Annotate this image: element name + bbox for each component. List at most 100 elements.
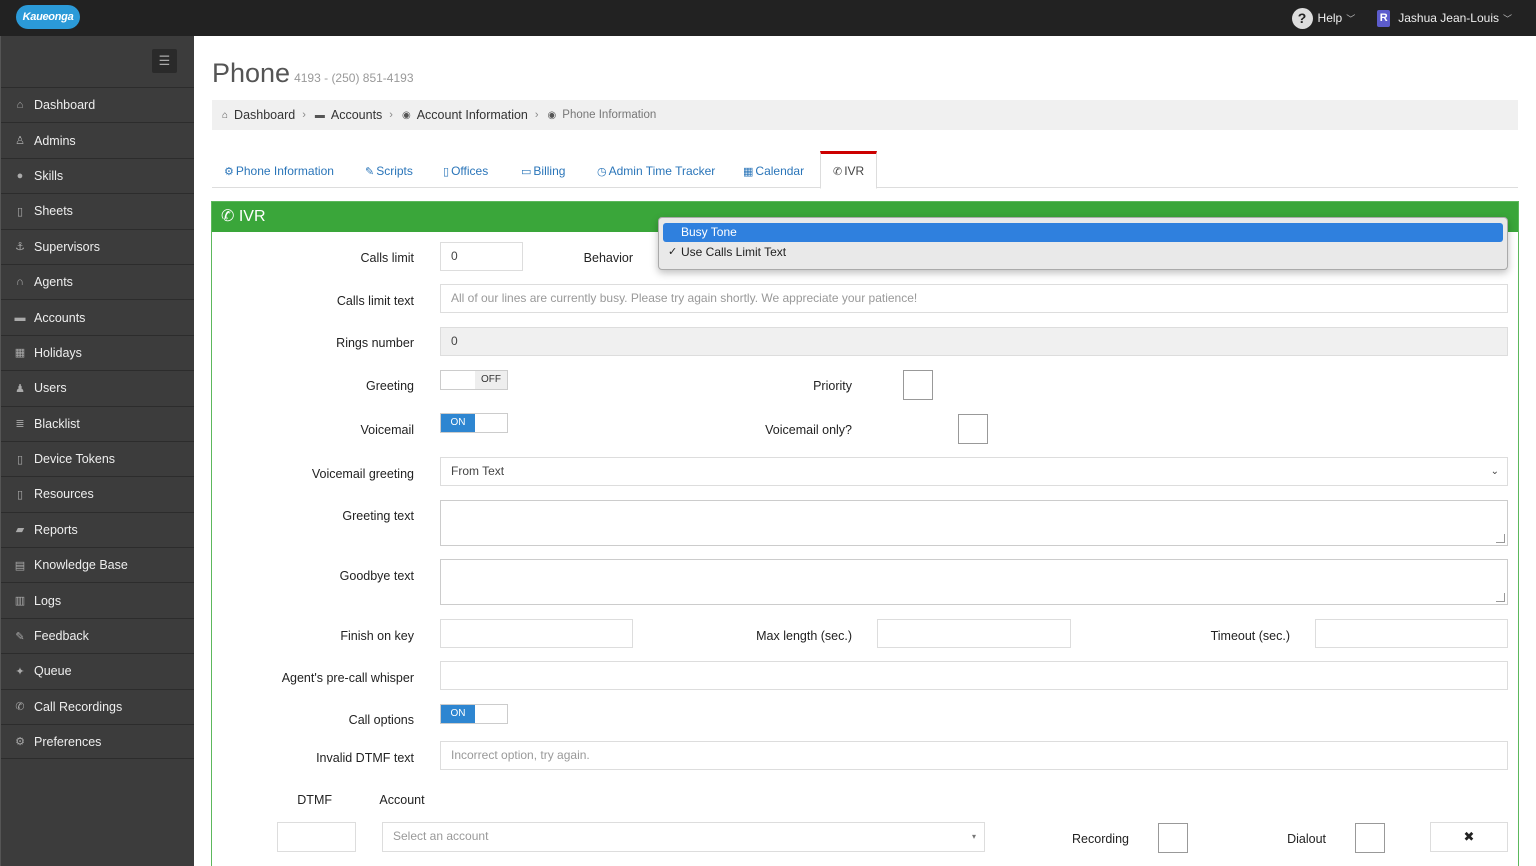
calls-limit-input[interactable]: 0 [440, 242, 523, 271]
tab-bar: ⚙ Phone Information ✎ Scripts ▯ Offices ▭ Bi… [212, 151, 1518, 189]
dialout-label: Dialout [1287, 832, 1326, 846]
rings-number-input[interactable]: 0 [440, 327, 1508, 356]
help-icon[interactable]: ? [1291, 7, 1313, 29]
precall-whisper-label: Agent's pre-call whisper [281, 671, 414, 685]
sidebar-item-admins[interactable]: ♙ Admins [1, 122, 195, 157]
timeout-label: Timeout (sec.) [1210, 629, 1290, 643]
breadcrumb-current: Phone Information [562, 109, 657, 121]
male-icon: ♙ [15, 135, 25, 148]
breadcrumb-accounts[interactable]: Accounts [331, 108, 382, 122]
sidebar-item-sheets[interactable]: ▯ Sheets [1, 193, 195, 228]
account-select-placeholder: Select an account [393, 829, 489, 843]
user-menu[interactable]: Jashua Jean-Louis [1398, 11, 1499, 25]
sidebar-item-resources[interactable]: ▯ Resources [1, 476, 195, 511]
behavior-option-busy-tone[interactable]: Busy Tone [663, 223, 1503, 242]
home-icon: ⌂ [16, 99, 24, 112]
priority-checkbox[interactable] [903, 370, 933, 400]
tab-billing[interactable]: ▭ Billing [521, 151, 565, 188]
sidebar-item-queue[interactable]: ✦ Queue [1, 653, 195, 688]
mobile-icon: ▯ [16, 453, 24, 466]
sidebar-item-blacklist[interactable]: ≣ Blacklist [1, 405, 195, 441]
sidebar-item-device-tokens[interactable]: ▯ Device Tokens [1, 440, 195, 476]
greeting-text-textarea[interactable] [440, 500, 1508, 546]
behavior-option-calls-limit-text[interactable]: ✓ Use Calls Limit Text [663, 243, 1503, 262]
page-title: Phone 4193 - (250) 851-4193 [212, 58, 414, 88]
archive-icon: ▤ [14, 559, 26, 572]
tab-calendar[interactable]: ▦ Calendar [743, 151, 804, 188]
sidebar-menu: ⌂ Dashboard ♙ Admins ● Skills ▯ Sheets ⚓ Supe… [1, 87, 195, 760]
sidebar-item-reports[interactable]: ▰ Reports [1, 511, 195, 547]
goodbye-text-textarea[interactable] [440, 559, 1508, 605]
tab-ivr[interactable]: ✆ IVR [820, 151, 878, 189]
main-content: Phone 4193 - (250) 851-4193 ⌂ Dashboard ›… [194, 36, 1536, 866]
users-icon: ♟ [15, 382, 25, 395]
phone-icon: ✆ [221, 208, 239, 225]
tab-admin-time-tracker[interactable]: ◷ Admin Time Tracker [597, 151, 715, 188]
voicemail-only-checkbox[interactable] [958, 414, 988, 444]
tab-offices[interactable]: ▯ Offices [443, 151, 488, 188]
greeting-text-label: Greeting text [342, 509, 414, 523]
wrench-icon: ✦ [15, 665, 25, 678]
sidebar-item-knowledge-base[interactable]: ▤ Knowledge Base [1, 547, 195, 582]
dtmf-input[interactable] [277, 822, 356, 852]
calendar-icon: ▦ [743, 166, 754, 178]
top-navbar: Kaueonga ? Help ﹀ R Jashua Jean-Louis ﹀ [0, 0, 1536, 36]
sidebar-item-users[interactable]: ♟ Users [1, 370, 195, 405]
voicemail-greeting-select[interactable]: From Text ⌄ [440, 457, 1508, 486]
breadcrumb-account-information[interactable]: Account Information [417, 108, 528, 122]
bar-chart-icon: ▥ [14, 595, 26, 608]
briefcase-icon: ▬ [314, 109, 325, 121]
precall-whisper-input[interactable] [440, 661, 1508, 690]
voicemail-greeting-label: Voicemail greeting [311, 467, 414, 481]
file-icon: ▯ [16, 205, 24, 218]
sidebar-item-holidays[interactable]: ▦ Holidays [1, 334, 195, 370]
edit-icon: ✎ [365, 166, 375, 178]
calendar-icon: ▦ [14, 347, 26, 360]
phone-icon: ✆ [15, 701, 25, 714]
help-menu[interactable]: Help [1318, 11, 1343, 25]
dialout-checkbox[interactable] [1355, 823, 1385, 853]
calls-limit-label: Calls limit [360, 251, 414, 265]
user-avatar-icon[interactable]: R [1377, 9, 1391, 27]
sidebar: ☰ ⌂ Dashboard ♙ Admins ● Skills ▯ Sheets ⚓ Su… [0, 36, 195, 866]
invalid-dtmf-label: Invalid DTMF text [316, 751, 414, 765]
clock-icon: ◷ [597, 166, 607, 178]
sidebar-item-logs[interactable]: ▥ Logs [1, 582, 195, 617]
calls-limit-text-input[interactable]: All of our lines are currently busy. Ple… [440, 284, 1508, 313]
finish-on-key-input[interactable] [440, 619, 633, 648]
sidebar-item-dashboard[interactable]: ⌂ Dashboard [1, 87, 195, 122]
tab-scripts[interactable]: ✎ Scripts [365, 151, 413, 188]
call-options-toggle[interactable]: ON [440, 704, 508, 724]
timeout-input[interactable] [1315, 619, 1508, 648]
max-length-label: Max length (sec.) [756, 629, 852, 643]
remove-row-button[interactable]: ✖ [1430, 822, 1508, 852]
sidebar-item-preferences[interactable]: ⚙ Preferences [1, 724, 195, 760]
sidebar-item-call-recordings[interactable]: ✆ Call Recordings [1, 688, 195, 724]
finish-on-key-label: Finish on key [340, 629, 414, 643]
account-select[interactable]: Select an account ▾ [382, 822, 985, 852]
voicemail-toggle-state: ON [441, 414, 475, 432]
voicemail-greeting-value: From Text [451, 464, 505, 478]
greeting-label: Greeting [366, 379, 414, 393]
max-length-input[interactable] [877, 619, 1071, 648]
sidebar-toggle-button[interactable]: ☰ [152, 49, 177, 73]
briefcase-icon: ▬ [14, 311, 26, 324]
sidebar-item-agents[interactable]: ∩ Agents [1, 263, 195, 299]
greeting-toggle[interactable]: OFF [440, 370, 508, 390]
greeting-toggle-state: OFF [475, 371, 507, 389]
sidebar-item-feedback[interactable]: ✎ Feedback [1, 617, 195, 653]
calls-limit-text-label: Calls limit text [336, 294, 414, 308]
brand-logo[interactable]: Kaueonga [16, 5, 80, 29]
voicemail-toggle[interactable]: ON [440, 413, 508, 433]
sidebar-item-accounts[interactable]: ▬ Accounts [1, 299, 195, 334]
recording-checkbox[interactable] [1158, 823, 1188, 853]
headphones-icon: ∩ [16, 276, 24, 289]
breadcrumb-dashboard[interactable]: Dashboard [234, 108, 295, 122]
chevron-right-icon: › [534, 109, 539, 121]
invalid-dtmf-input[interactable]: Incorrect option, try again. [440, 741, 1508, 770]
sidebar-item-supervisors[interactable]: ⚓ Supervisors [1, 228, 195, 264]
tab-phone-information[interactable]: ⚙ Phone Information [224, 151, 334, 188]
caret-down-icon: ▾ [971, 832, 976, 841]
anchor-icon: ⚓ [15, 241, 25, 254]
sidebar-item-skills[interactable]: ● Skills [1, 157, 195, 193]
